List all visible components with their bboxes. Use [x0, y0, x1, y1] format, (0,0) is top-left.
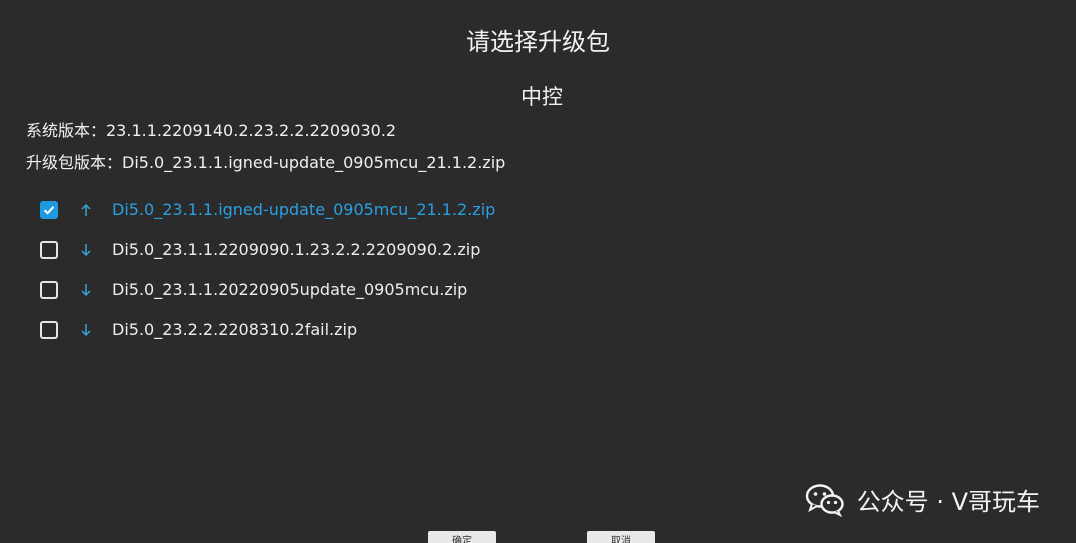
wechat-icon	[805, 483, 845, 517]
arrow-down-icon	[78, 243, 94, 257]
package-item[interactable]: Di5.0_23.1.1.2209090.1.23.2.2.2209090.2.…	[40, 230, 740, 270]
package-name: Di5.0_23.1.1.igned-update_0905mcu_21.1.2…	[112, 200, 496, 219]
cancel-button[interactable]: 取消	[587, 531, 655, 543]
package-name: Di5.0_23.2.2.2208310.2fail.zip	[112, 320, 358, 339]
dialog-title: 请选择升级包	[466, 28, 610, 56]
dialog-subtitle: 中控	[521, 85, 563, 109]
upgrade-package-dialog: 请选择升级包 中控 系统版本：23.1.1.2209140.2.23.2.2.2…	[0, 0, 1076, 543]
package-checkbox[interactable]	[40, 321, 58, 339]
arrow-down-icon	[78, 283, 94, 297]
watermark-text: 公众号 · V哥玩车	[856, 488, 1040, 516]
package-item[interactable]: Di5.0_23.1.1.20220905update_0905mcu.zip	[40, 270, 740, 310]
package-checkbox[interactable]	[40, 281, 58, 299]
package-checkbox[interactable]	[40, 201, 58, 219]
package-list: Di5.0_23.1.1.igned-update_0905mcu_21.1.2…	[40, 190, 740, 350]
package-checkbox[interactable]	[40, 241, 58, 259]
checkmark-icon	[43, 206, 55, 215]
package-name: Di5.0_23.1.1.20220905update_0905mcu.zip	[112, 280, 468, 299]
arrow-down-icon	[78, 323, 94, 337]
system-version: 系统版本：23.1.1.2209140.2.23.2.2.2209030.2	[26, 121, 397, 140]
package-version: 升级包版本：Di5.0_23.1.1.igned-update_0905mcu_…	[26, 153, 506, 172]
package-name: Di5.0_23.1.1.2209090.1.23.2.2.2209090.2.…	[112, 240, 481, 259]
confirm-button[interactable]: 确定	[428, 531, 496, 543]
arrow-up-icon	[78, 203, 94, 217]
watermark: 公众号 · V哥玩车	[805, 482, 1040, 517]
package-item[interactable]: Di5.0_23.1.1.igned-update_0905mcu_21.1.2…	[40, 190, 740, 230]
package-item[interactable]: Di5.0_23.2.2.2208310.2fail.zip	[40, 310, 740, 350]
